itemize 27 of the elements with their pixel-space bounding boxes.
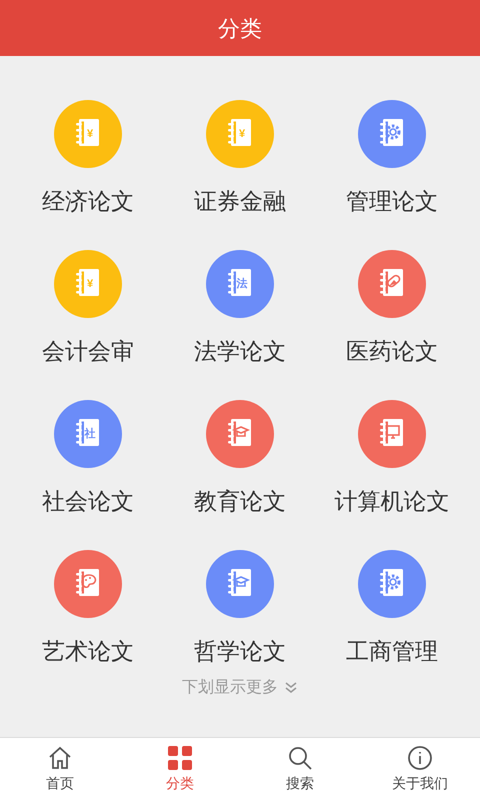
category-item[interactable]: 社 社会论文 xyxy=(12,400,164,514)
home-icon xyxy=(47,744,73,770)
category-item[interactable]: 计算机论文 xyxy=(316,400,468,514)
info-icon xyxy=(407,744,433,770)
category-item[interactable]: 医药论文 xyxy=(316,250,468,364)
grid-icon xyxy=(167,744,193,770)
nav-tab[interactable]: 分类 xyxy=(120,738,240,800)
notebook-icon: 社 xyxy=(54,400,122,468)
nav-tab[interactable]: 首页 xyxy=(0,738,120,800)
category-item[interactable]: 教育论文 xyxy=(164,400,316,514)
category-item[interactable]: 管理论文 xyxy=(316,100,468,214)
category-item[interactable]: 工商管理 xyxy=(316,550,468,664)
category-item[interactable]: ¥ 证券金融 xyxy=(164,100,316,214)
nav-tab[interactable]: 关于我们 xyxy=(360,738,480,800)
notebook-icon: ¥ xyxy=(54,100,122,168)
category-item[interactable]: 哲学论文 xyxy=(164,550,316,664)
category-item[interactable]: ¥ 会计会审 xyxy=(12,250,164,364)
notebook-icon: 法 xyxy=(206,250,274,318)
double-chevron-down-icon xyxy=(284,681,298,695)
nav-tab[interactable]: 搜索 xyxy=(240,738,360,800)
notebook-icon: ¥ xyxy=(54,250,122,318)
search-icon xyxy=(287,744,313,770)
category-item[interactable]: 法 法学论文 xyxy=(164,250,316,364)
category-item[interactable]: ¥ 经济论文 xyxy=(12,100,164,214)
category-item[interactable]: 艺术论文 xyxy=(12,550,164,664)
page-title: 分类 xyxy=(218,14,262,42)
notebook-icon: ¥ xyxy=(206,100,274,168)
